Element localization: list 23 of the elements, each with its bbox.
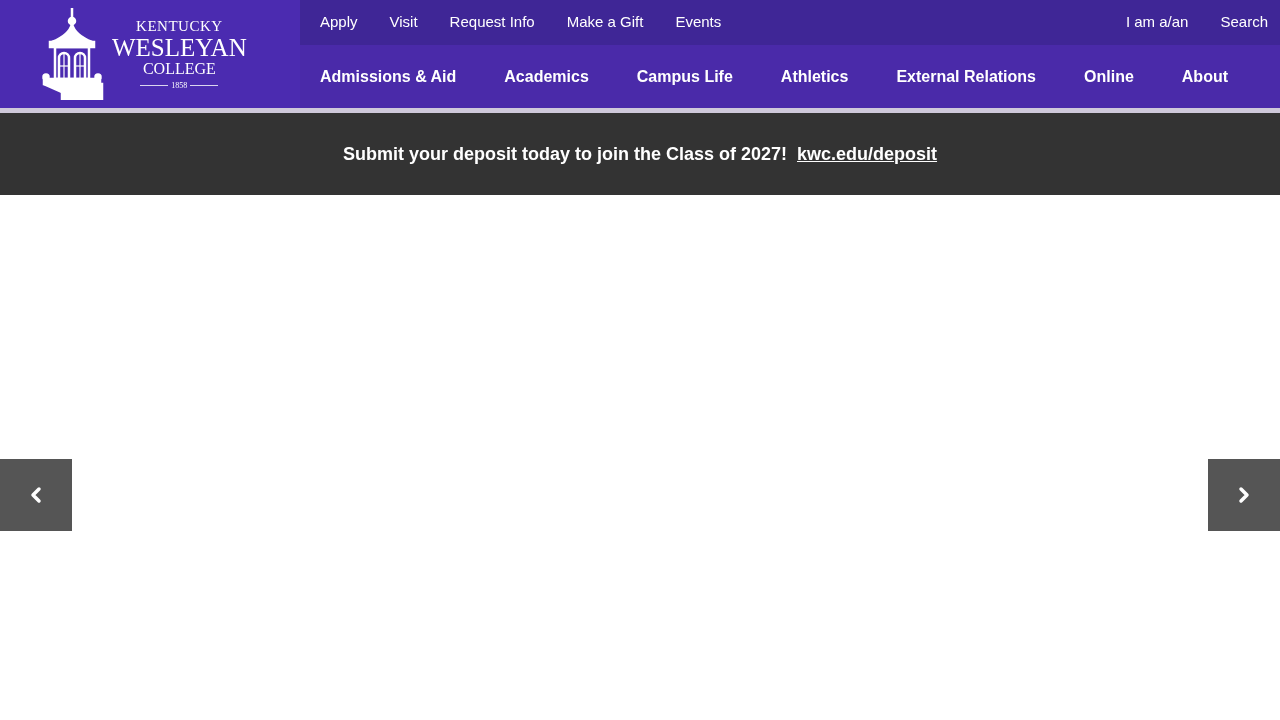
main-nav-link[interactable]: Campus Life	[636, 64, 733, 89]
deposit-link[interactable]: kwc.edu/deposit	[797, 140, 938, 168]
utility-link[interactable]: Apply	[320, 11, 358, 34]
bell-tower-icon	[40, 8, 104, 100]
main-nav-link[interactable]: About	[1181, 64, 1228, 89]
utility-link[interactable]: I am a/an	[1125, 11, 1189, 34]
logo-text: COLLEGE	[142, 60, 216, 77]
logo-text: WESLEYAN	[112, 34, 247, 60]
main-nav-link[interactable]: Academics	[504, 64, 589, 89]
utility-link[interactable]: Search	[1220, 11, 1268, 34]
main-nav-link[interactable]: Athletics	[780, 64, 849, 89]
utility-link[interactable]: Make a Gift	[566, 11, 644, 34]
utility-link[interactable]: Request Info	[449, 11, 535, 34]
next-slide-button[interactable]	[1208, 459, 1280, 531]
utility-link[interactable]: Events	[675, 11, 722, 34]
main-nav-link[interactable]: Admissions & Aid	[320, 64, 457, 89]
main-nav-link[interactable]: External Relations	[896, 64, 1036, 89]
logo-year: 1858	[171, 81, 188, 90]
logo-text: KENTUCKY	[136, 18, 223, 34]
previous-slide-button[interactable]	[0, 459, 72, 531]
main-nav-link[interactable]: Online	[1084, 64, 1134, 89]
utility-link[interactable]: Visit	[389, 11, 418, 34]
banner-text: Submit your deposit today to join the Class of 2027!	[342, 142, 787, 166]
